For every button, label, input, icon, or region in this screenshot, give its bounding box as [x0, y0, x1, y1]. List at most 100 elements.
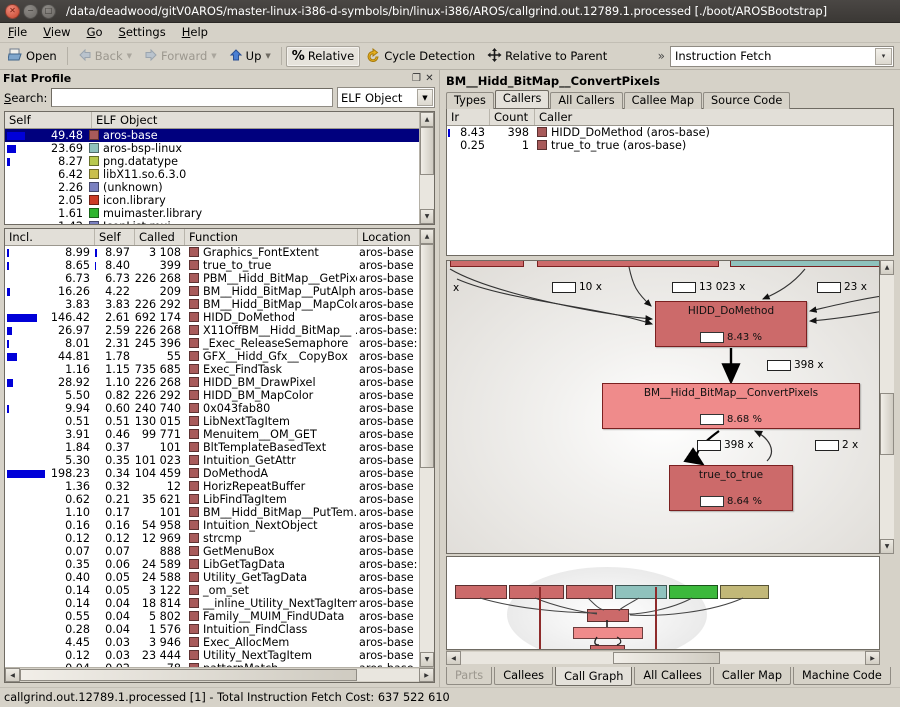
table-row[interactable]: 0.55 0.04 5 802 Family__MUIM_FindUData a…: [5, 610, 419, 623]
scroll-thumb[interactable]: [420, 244, 434, 468]
back-dropdown-icon[interactable]: ▼: [127, 52, 132, 60]
table-row[interactable]: 0.25 1 true_to_true (aros-base): [447, 139, 893, 152]
close-panel-icon[interactable]: ✕: [423, 73, 436, 84]
tab-types[interactable]: Types: [446, 92, 494, 109]
table-row[interactable]: 0.14 0.05 3 122 _om_set aros-base: [5, 584, 419, 597]
function-list-scrollbar[interactable]: ▲ ▼: [419, 229, 434, 667]
hscroll-track[interactable]: [20, 669, 419, 681]
tab-all-callers[interactable]: All Callers: [550, 92, 623, 109]
list-item[interactable]: 1.42 IconList.mui: [5, 220, 419, 224]
scroll-down-icon[interactable]: ▼: [420, 209, 434, 224]
table-row[interactable]: 146.42 2.61 692 174 HIDD_DoMethod aros-b…: [5, 311, 419, 324]
table-row[interactable]: 0.51 0.51 130 015 LibNextTagItem aros-ba…: [5, 415, 419, 428]
table-row[interactable]: 16.26 4.22 209 BM__Hidd_BitMap__PutAlph……: [5, 285, 419, 298]
tab-source-code[interactable]: Source Code: [703, 92, 791, 109]
scroll-up-icon[interactable]: ▲: [880, 260, 894, 275]
search-input[interactable]: [51, 88, 333, 107]
table-row[interactable]: 8.43 398 HIDD_DoMethod (aros-base): [447, 126, 893, 139]
table-row[interactable]: 1.10 0.17 101 BM__Hidd_BitMap__PutTem… a…: [5, 506, 419, 519]
table-row[interactable]: 0.14 0.04 18 814 __inline_Utility_NextTa…: [5, 597, 419, 610]
scroll-left-icon[interactable]: ◀: [446, 651, 461, 665]
maximize-window-icon[interactable]: □: [41, 3, 56, 19]
undock-icon[interactable]: ❐: [410, 73, 423, 84]
menu-file[interactable]: File: [0, 23, 35, 42]
list-item[interactable]: 8.27 png.datatype: [5, 155, 419, 168]
back-button[interactable]: Back ▼: [72, 46, 138, 67]
scroll-up-icon[interactable]: ▲: [420, 112, 434, 127]
graph-node-partial[interactable]: [537, 261, 719, 267]
table-row[interactable]: 8.01 2.31 245 396 _Exec_ReleaseSemaphore…: [5, 337, 419, 350]
hscroll-thumb[interactable]: [20, 669, 357, 681]
hscroll-track[interactable]: [461, 652, 865, 664]
table-row[interactable]: 1.16 1.15 735 685 Exec_FindTask aros-bas…: [5, 363, 419, 376]
minimap-node[interactable]: [720, 585, 769, 599]
column-header-caller[interactable]: Caller: [535, 109, 893, 125]
up-dropdown-icon[interactable]: ▼: [265, 52, 270, 60]
scroll-down-icon[interactable]: ▼: [880, 539, 894, 554]
forward-dropdown-icon[interactable]: ▼: [211, 52, 216, 60]
scroll-thumb[interactable]: [420, 127, 434, 175]
graph-scrollbar[interactable]: ▲ ▼: [880, 260, 894, 554]
column-header-called[interactable]: Called: [135, 229, 185, 245]
column-header-count[interactable]: Count: [490, 109, 535, 125]
hscroll-thumb[interactable]: [613, 652, 720, 664]
graph-hscrollbar[interactable]: ◀ ▶: [446, 650, 880, 665]
tab-callee-map[interactable]: Callee Map: [623, 92, 703, 109]
list-item[interactable]: 6.42 libX11.so.6.3.0: [5, 168, 419, 181]
bottom-tab-all-callees[interactable]: All Callees: [634, 667, 711, 685]
scroll-up-icon[interactable]: ▲: [420, 229, 434, 244]
scroll-track[interactable]: [420, 244, 434, 652]
graph-minimap[interactable]: [446, 556, 880, 650]
table-row[interactable]: 3.83 3.83 226 292 BM__Hidd_BitMap__MapCo…: [5, 298, 419, 311]
bottom-tab-machine-code[interactable]: Machine Code: [793, 667, 891, 685]
table-row[interactable]: 1.36 0.32 12 HorizRepeatBuffer aros-base: [5, 480, 419, 493]
list-item[interactable]: 1.61 muimaster.library: [5, 207, 419, 220]
list-item[interactable]: 2.26 (unknown): [5, 181, 419, 194]
scroll-track[interactable]: [420, 127, 434, 209]
table-row[interactable]: 44.81 1.78 55 GFX__Hidd_Gfx__CopyBox aro…: [5, 350, 419, 363]
column-header-self[interactable]: Self: [95, 229, 135, 245]
chevron-down-icon[interactable]: ▼: [417, 89, 433, 106]
scroll-thumb[interactable]: [880, 393, 894, 455]
column-header-location[interactable]: Location: [358, 229, 419, 245]
forward-button[interactable]: Forward ▼: [138, 46, 223, 67]
table-row[interactable]: 28.92 1.10 226 268 HIDD_BM_DrawPixel aro…: [5, 376, 419, 389]
relative-to-parent-button[interactable]: Relative to Parent: [481, 45, 613, 68]
table-row[interactable]: 1.84 0.37 101 BltTemplateBasedText aros-…: [5, 441, 419, 454]
toolbar-overflow-icon[interactable]: »: [653, 49, 670, 63]
table-row[interactable]: 0.12 0.03 23 444 Utility_NextTagItem aro…: [5, 649, 419, 662]
table-row[interactable]: 8.65 8.40 399 true_to_true aros-base: [5, 259, 419, 272]
bottom-tab-parts[interactable]: Parts: [446, 667, 493, 685]
minimap-node[interactable]: [455, 585, 507, 599]
table-row[interactable]: 0.62 0.21 35 621 LibFindTagItem aros-bas…: [5, 493, 419, 506]
table-row[interactable]: 0.28 0.04 1 576 Intuition_FindClass aros…: [5, 623, 419, 636]
table-row[interactable]: 0.12 0.12 12 969 strcmp aros-base: [5, 532, 419, 545]
cycle-detection-button[interactable]: Cycle Detection: [360, 45, 481, 68]
table-row[interactable]: 5.50 0.82 226 292 HIDD_BM_MapColor aros-…: [5, 389, 419, 402]
menu-view[interactable]: View: [35, 23, 78, 42]
chevron-down-icon[interactable]: ▾: [875, 47, 892, 65]
column-header-self[interactable]: Self: [5, 112, 92, 128]
table-row[interactable]: 0.35 0.06 24 589 LibGetTagData aros-base…: [5, 558, 419, 571]
table-row[interactable]: 3.91 0.46 99 771 Menuitem__OM_GET aros-b…: [5, 428, 419, 441]
scroll-right-icon[interactable]: ▶: [865, 651, 880, 665]
bottom-tab-caller-map[interactable]: Caller Map: [712, 667, 792, 685]
scroll-left-icon[interactable]: ◀: [5, 668, 20, 682]
column-header-incl[interactable]: Incl.: [5, 229, 95, 245]
menu-help[interactable]: Help: [174, 23, 216, 42]
menu-go[interactable]: Go: [79, 23, 111, 42]
bottom-tab-callees[interactable]: Callees: [494, 667, 554, 685]
table-row[interactable]: 26.97 2.59 226 268 X11OffBM__Hidd_BitMap…: [5, 324, 419, 337]
table-row[interactable]: 4.45 0.03 3 946 Exec_AllocMem aros-base: [5, 636, 419, 649]
relative-toggle[interactable]: % Relative: [285, 45, 361, 67]
table-row[interactable]: 8.99 8.97 3 108 Graphics_FontExtent aros…: [5, 246, 419, 259]
list-item[interactable]: 49.48 aros-base: [5, 129, 419, 142]
bottom-tab-call-graph[interactable]: Call Graph: [555, 667, 633, 686]
graph-node-partial[interactable]: [730, 261, 879, 267]
call-graph-canvas[interactable]: HIDD_DoMethod 8.43 % BM__Hidd_BitMap__Co…: [446, 260, 880, 554]
elf-list-scrollbar[interactable]: ▲ ▼: [419, 112, 434, 224]
table-row[interactable]: 0.40 0.05 24 588 Utility_GetTagData aros…: [5, 571, 419, 584]
scroll-down-icon[interactable]: ▼: [420, 652, 434, 667]
graph-node-true_to_true[interactable]: true_to_true 8.64 %: [669, 465, 793, 511]
minimap-node[interactable]: [669, 585, 718, 599]
